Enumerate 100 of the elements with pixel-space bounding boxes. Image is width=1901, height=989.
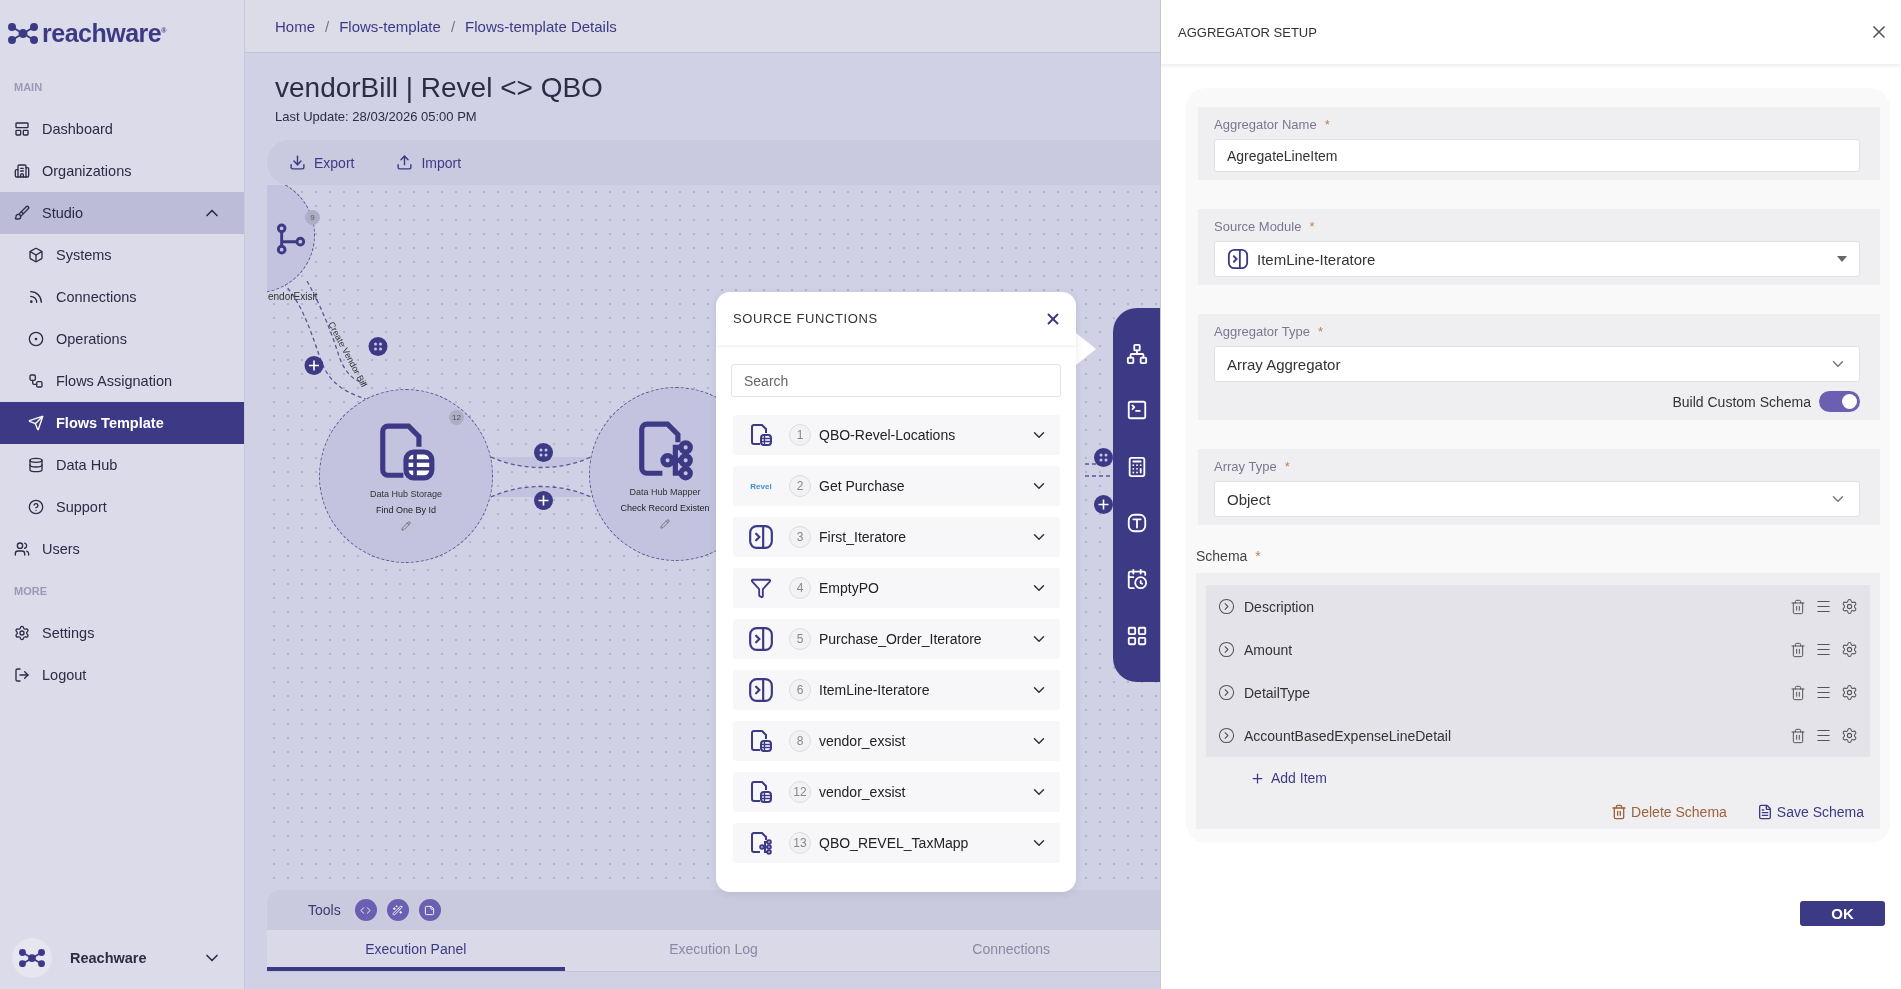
breadcrumb-link[interactable]: Flows-template Details	[465, 17, 617, 35]
source-function-item[interactable]: 6 ItemLine-Iteratore	[733, 670, 1060, 710]
field-label: Array Type	[1214, 459, 1277, 474]
sidebar-item[interactable]: Logout	[0, 654, 244, 696]
source-function-item[interactable]: 13 QBO_REVEL_TaxMapp	[733, 823, 1060, 863]
source-function-item[interactable]: 12 vendor_exsist	[733, 772, 1060, 812]
schema-row[interactable]: AccountBasedExpenseLineDetail	[1206, 714, 1870, 757]
panel-title: AGGREGATOR SETUP	[1178, 24, 1317, 40]
expand-icon[interactable]	[1218, 684, 1235, 701]
step-number: 13	[789, 832, 811, 854]
sidebar-item[interactable]: Systems	[0, 234, 244, 276]
source-function-item[interactable]: Revel 2 Get Purchase	[733, 466, 1060, 506]
add-node-button[interactable]	[304, 356, 324, 375]
drag-handle-icon[interactable]	[1815, 641, 1832, 658]
settings-icon[interactable]	[1841, 684, 1858, 701]
settings-icon[interactable]	[1841, 598, 1858, 615]
sidebar-item-icon	[28, 247, 44, 263]
delete-icon[interactable]	[1790, 684, 1806, 701]
type-select[interactable]: Object	[1214, 481, 1860, 517]
popup-title: SOURCE FUNCTIONS	[733, 311, 878, 326]
drag-handle-icon[interactable]	[1815, 684, 1832, 701]
source-function-item[interactable]: 1 QBO-Revel-Locations	[733, 415, 1060, 455]
upload-icon	[396, 154, 414, 171]
sidebar-item[interactable]: Flows Template	[0, 402, 244, 444]
tree-icon	[1125, 343, 1148, 366]
note-icon	[424, 904, 436, 916]
add-node-button[interactable]	[534, 491, 553, 510]
source-function-item[interactable]: 3 First_Iteratore	[733, 517, 1060, 557]
mapper-icon	[749, 831, 773, 855]
grid-icon	[1125, 624, 1148, 647]
drag-handle-icon[interactable]	[1815, 727, 1832, 744]
sidebar-item[interactable]: Organizations	[0, 150, 244, 192]
name-input[interactable]: AgregateLineItem	[1214, 139, 1860, 172]
node-title: Data Hub Storage	[369, 489, 442, 499]
node-handle-button[interactable]	[368, 337, 388, 356]
sidebar-item[interactable]: Studio	[0, 192, 244, 234]
type-select[interactable]: Array Aggregator	[1214, 346, 1860, 382]
sidebar-item[interactable]: Connections	[0, 276, 244, 318]
expand-icon[interactable]	[1218, 727, 1235, 744]
node-subtitle: Check Record Existen	[620, 503, 710, 513]
download-icon	[289, 154, 306, 171]
settings-icon[interactable]	[1841, 641, 1858, 658]
schema-row[interactable]: DetailType	[1206, 671, 1870, 714]
sidebar-item[interactable]: Settings	[0, 612, 244, 654]
sidebar-item[interactable]: Support	[0, 486, 244, 528]
add-node-button[interactable]	[1094, 495, 1113, 514]
required-mark: *	[1317, 324, 1323, 339]
page-title: vendorBill | Revel <> QBO	[275, 71, 604, 105]
ok-button[interactable]: OK	[1800, 901, 1885, 926]
tool-button[interactable]	[354, 899, 377, 921]
node-handle-button[interactable]	[534, 443, 553, 462]
drag-handle-icon[interactable]	[1815, 598, 1832, 615]
source-function-item[interactable]: 8 vendor_exsist	[733, 721, 1060, 761]
step-number: 6	[789, 679, 811, 701]
sidebar-item-icon	[14, 163, 30, 179]
iterator-icon	[748, 677, 774, 703]
sidebar-item[interactable]: Users	[0, 528, 244, 570]
step-number: 1	[789, 424, 811, 446]
toggle-label: Build Custom Schema	[1672, 393, 1811, 410]
add-item-button[interactable]: Add Item	[1244, 769, 1334, 787]
required-mark: *	[1324, 117, 1330, 132]
delete-schema-button[interactable]: Delete Schema	[1605, 803, 1733, 821]
save-schema-button[interactable]: Save Schema	[1750, 803, 1870, 821]
sidebar-item[interactable]: Data Hub	[0, 444, 244, 486]
node-handle-button[interactable]	[1094, 448, 1113, 467]
tool-button[interactable]	[386, 899, 409, 921]
workspace-switcher[interactable]: Reachware	[0, 927, 244, 989]
node-title: Data Hub Mapper	[629, 487, 701, 497]
sidebar-item[interactable]: Operations	[0, 318, 244, 360]
iterator-icon	[1227, 248, 1249, 270]
required-mark: *	[1255, 548, 1261, 564]
breadcrumb-link[interactable]: Flows-template	[339, 17, 441, 35]
search-field[interactable]: Search	[731, 364, 1061, 397]
import-button[interactable]: Import	[390, 153, 468, 172]
panel-tab[interactable]: Execution Panel	[267, 930, 565, 971]
sidebar-item-icon	[14, 121, 30, 137]
tool-button[interactable]	[418, 899, 441, 921]
sidebar-item-icon	[14, 667, 30, 683]
schema-row[interactable]: Amount	[1206, 628, 1870, 671]
export-button[interactable]: Export	[283, 153, 361, 172]
delete-icon[interactable]	[1790, 641, 1806, 658]
breadcrumb-link[interactable]: Home	[275, 17, 315, 35]
sidebar-item-icon	[28, 331, 44, 347]
source-function-item[interactable]: 5 Purchase_Order_Iteratore	[733, 619, 1060, 659]
step-number: 2	[789, 475, 811, 497]
source-function-item[interactable]: 4 EmptyPO	[733, 568, 1060, 608]
settings-icon[interactable]	[1841, 727, 1858, 744]
schema-toggle[interactable]	[1819, 391, 1860, 412]
sidebar-item-icon	[28, 373, 44, 389]
step-number: 8	[789, 730, 811, 752]
step-number: 5	[789, 628, 811, 650]
expand-icon[interactable]	[1218, 641, 1235, 658]
schema-row[interactable]: Description	[1206, 585, 1870, 628]
module-select[interactable]: ItemLine-Iteratore	[1214, 241, 1860, 277]
delete-icon[interactable]	[1790, 727, 1806, 744]
sidebar-item[interactable]: Flows Assignation	[0, 360, 244, 402]
delete-icon[interactable]	[1790, 598, 1806, 615]
expand-icon[interactable]	[1218, 598, 1235, 615]
breadcrumb-separator: /	[450, 17, 456, 35]
sidebar-item[interactable]: Dashboard	[0, 108, 244, 150]
